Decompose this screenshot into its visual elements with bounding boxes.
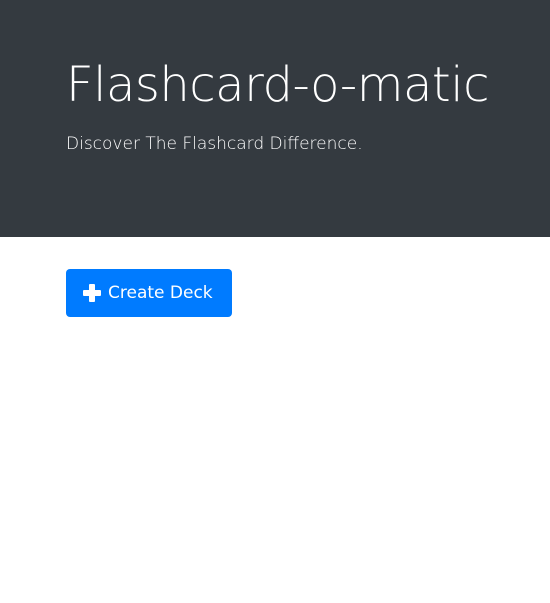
app-title: Flashcard-o-matic (66, 57, 489, 113)
app-header: Flashcard-o-matic Discover The Flashcard… (0, 0, 550, 237)
create-deck-label: Create Deck (108, 283, 213, 303)
plus-icon (82, 283, 102, 303)
app-tagline: Discover The Flashcard Difference. (66, 134, 363, 154)
create-deck-button[interactable]: Create Deck (66, 269, 232, 317)
main-content: Create Deck (0, 237, 550, 603)
